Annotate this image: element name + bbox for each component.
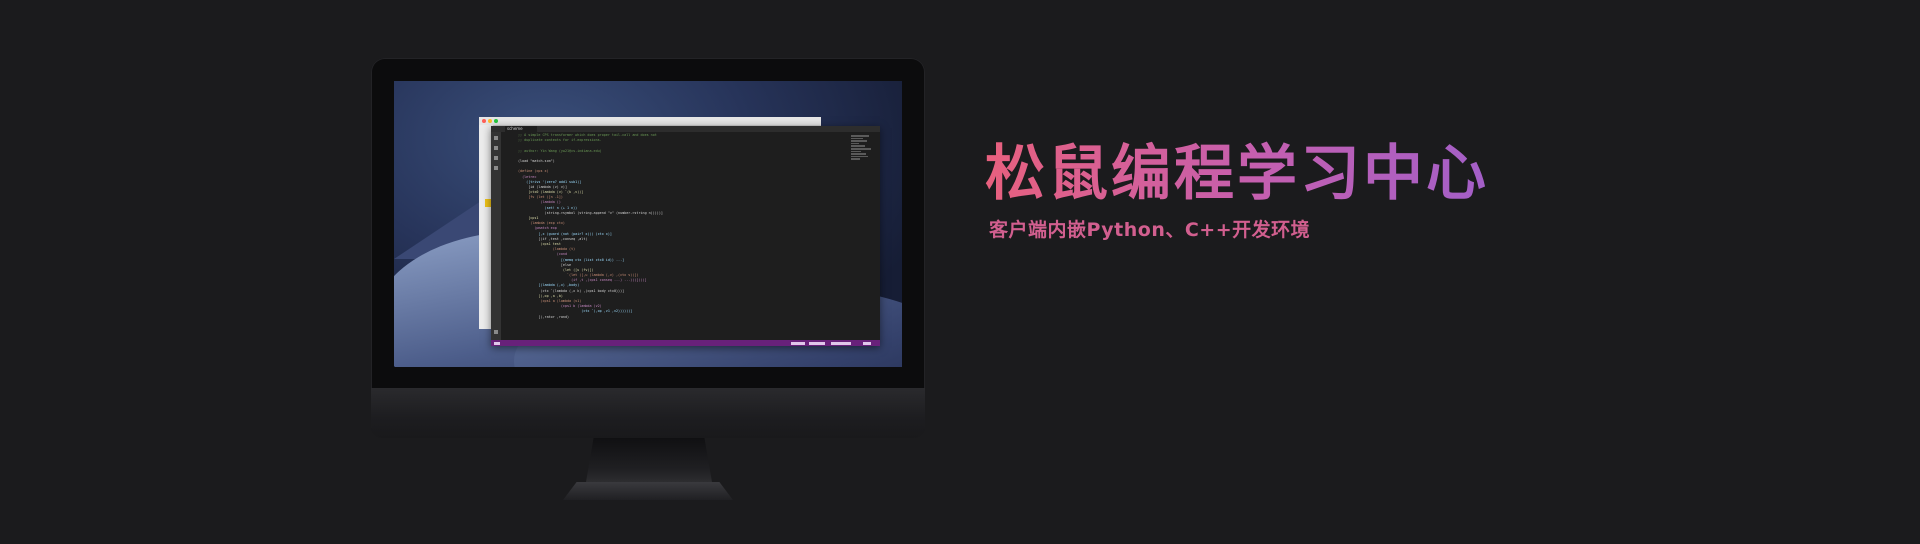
minimize-dot-icon[interactable] <box>488 119 492 123</box>
activity-bar <box>491 132 501 340</box>
code-editor-window: scheme ;; A simple CPS transformer which… <box>491 126 880 346</box>
gear-icon[interactable] <box>494 330 498 334</box>
source-control-icon[interactable] <box>494 156 498 160</box>
status-bar <box>491 340 880 346</box>
minimap[interactable] <box>851 134 873 194</box>
search-icon[interactable] <box>494 146 498 150</box>
monitor-stand <box>586 438 712 482</box>
code-area[interactable]: ;; A simple CPS transformer which does p… <box>518 133 848 339</box>
code-line: [(,rator ,rand) <box>518 314 570 319</box>
line-number-gutter <box>501 132 517 340</box>
debug-icon[interactable] <box>494 166 498 170</box>
bell-icon[interactable] <box>863 341 871 345</box>
maximize-dot-icon[interactable] <box>494 119 498 123</box>
browser-titlebar <box>479 117 821 126</box>
explorer-icon[interactable] <box>494 136 498 140</box>
status-item[interactable] <box>809 341 825 345</box>
page-title: 松鼠编程学习中心 <box>985 139 1489 209</box>
editor-tab-bar: scheme <box>491 126 880 132</box>
monitor-chin <box>371 388 925 438</box>
status-item[interactable] <box>831 341 851 345</box>
page-subtitle: 客户端内嵌Python、C++开发环境 <box>989 219 1311 241</box>
status-item[interactable] <box>494 341 500 345</box>
close-dot-icon[interactable] <box>482 119 486 123</box>
status-item[interactable] <box>791 341 805 345</box>
monitor-foot <box>563 482 733 500</box>
